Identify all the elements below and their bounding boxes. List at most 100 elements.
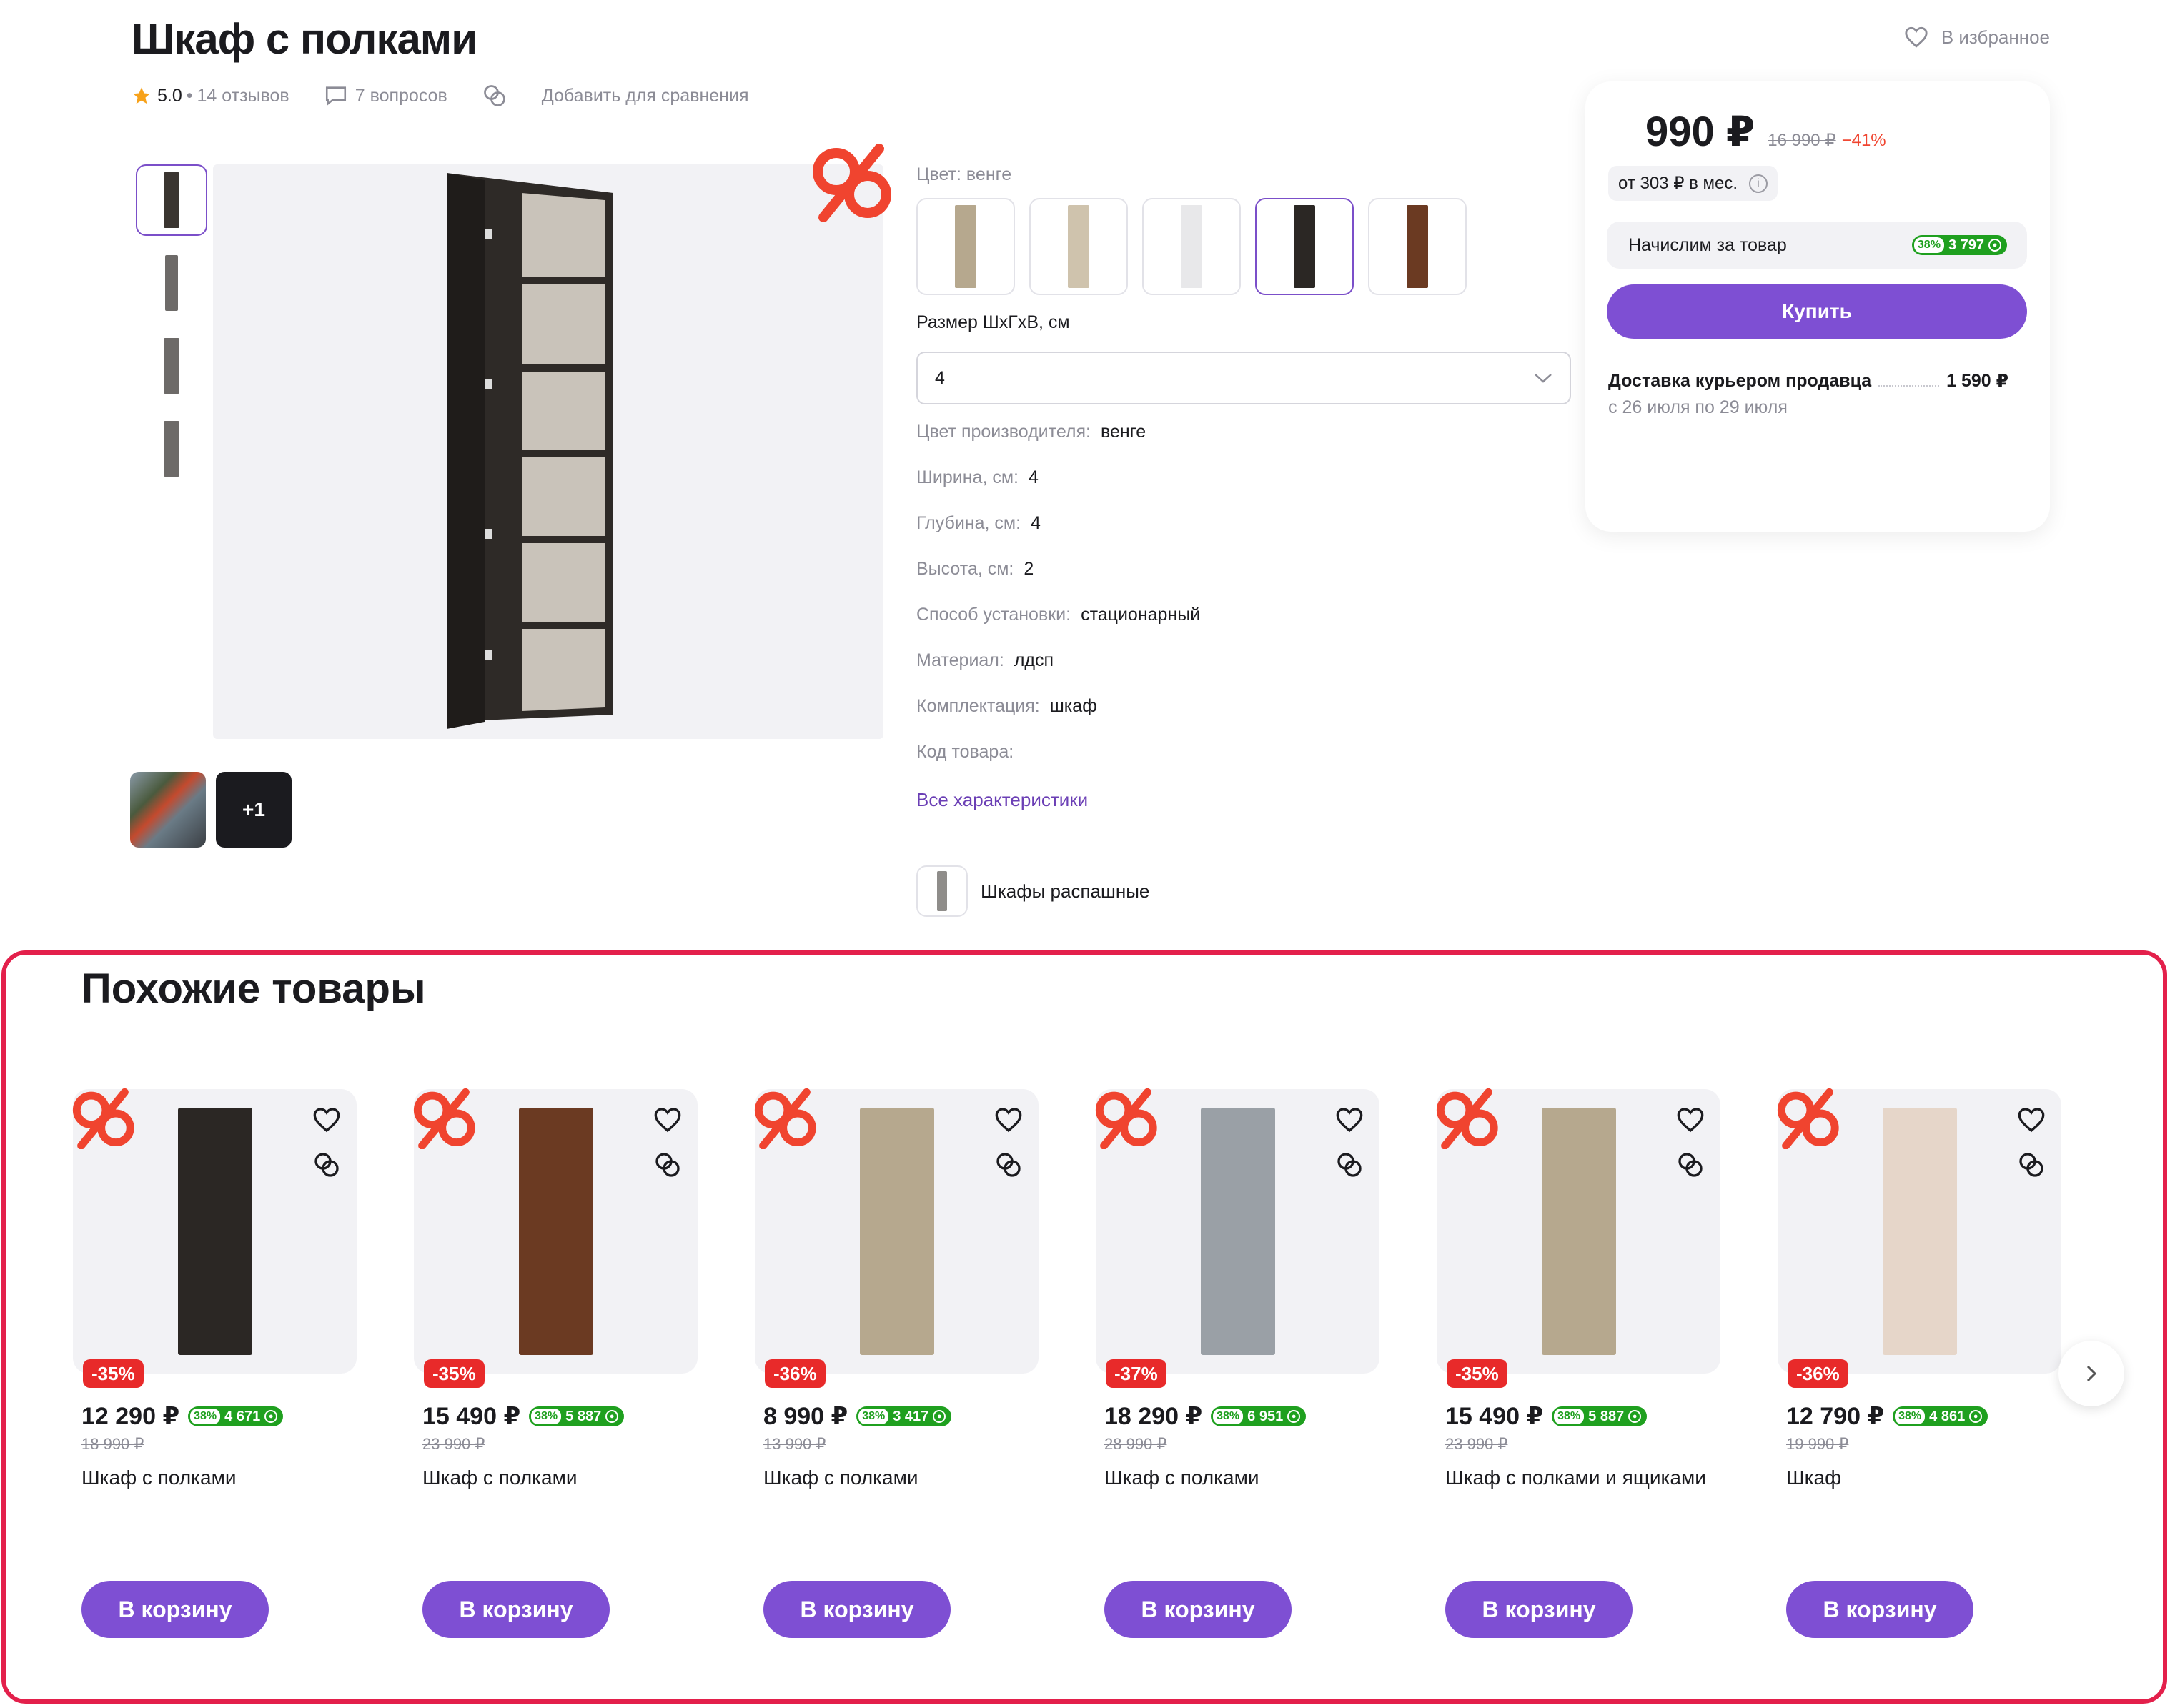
product-price: 15 490 ₽ [1445,1403,1544,1430]
heart-icon[interactable] [1335,1106,1364,1133]
add-to-cart-button[interactable]: В корзину [81,1581,269,1638]
wardrobe-image [859,1108,934,1355]
gallery-thumb[interactable] [136,247,207,319]
compare-icon[interactable] [653,1151,682,1179]
heart-icon[interactable] [653,1106,682,1133]
compare-icon[interactable] [312,1151,341,1179]
cashback-value: 5 887 [565,1408,602,1424]
old-price: 18 990 ₽ [81,1435,144,1453]
gallery-thumb[interactable] [136,413,207,485]
product-card[interactable]: -35% 15 490 ₽ 38% 5 887 ● 23 990 ₽ Шкаф с полк… [1436,1088,1720,1638]
heart-icon[interactable] [994,1106,1023,1133]
color-swatch-white[interactable] [1142,198,1241,295]
page-title: Шкаф с полками [132,15,477,63]
heart-icon[interactable] [2017,1106,2046,1133]
compare-icon[interactable] [2017,1151,2046,1179]
add-to-favorites-link[interactable]: В избранное [1904,26,2050,49]
add-to-cart-button[interactable]: В корзину [1104,1581,1292,1638]
questions-link[interactable]: 7 вопросов [324,84,447,108]
product-price: 15 490 ₽ [422,1403,521,1430]
attribute-key: Код товара: [916,741,1014,762]
color-swatch-wenge[interactable] [1255,198,1354,295]
cashback-value: 3 417 [893,1408,929,1424]
discount-badge: -36% [1788,1359,1848,1388]
attribute-key: Материал: [916,650,1004,670]
heart-icon[interactable] [1676,1106,1705,1133]
category-chip[interactable]: Шкафы распашные [916,865,1574,917]
product-image[interactable]: -35% [413,1088,698,1388]
gallery-thumbnails [136,164,207,485]
size-select[interactable]: 4 [916,352,1571,404]
product-name[interactable]: Шкаф с полками [1096,1464,1379,1521]
add-to-cart-button[interactable]: В корзину [1445,1581,1633,1638]
wardrobe-image [1882,1108,1957,1355]
swatch-image [1407,205,1428,288]
cashback-badge: 38% 3 797 ● [1911,235,2007,255]
more-media-label: +1 [242,798,265,820]
cashback-value: 4 861 [1929,1408,1966,1424]
product-card[interactable]: -35% 15 490 ₽ 38% 5 887 ● 23 990 ₽ Шкаф с полк… [413,1088,698,1638]
current-price: 990 ₽ [1645,109,1755,155]
color-swatch-light[interactable] [1029,198,1128,295]
carousel-next-button[interactable] [2058,1341,2124,1406]
add-to-cart-button[interactable]: В корзину [1786,1581,1973,1638]
product-image[interactable]: -37% [1095,1088,1379,1388]
product-card[interactable]: -37% 18 290 ₽ 38% 6 951 ● 28 990 ₽ Шкаф с полк… [1095,1088,1379,1638]
attribute-row: Цвет производителя: венге [916,409,1574,455]
attribute-key: Комплектация: [916,695,1040,716]
product-image[interactable]: -35% [1436,1088,1720,1388]
product-name[interactable]: Шкаф с полками [73,1464,357,1521]
compare-icon[interactable] [1335,1151,1364,1179]
add-to-cart-button[interactable]: В корзину [422,1581,610,1638]
cashback-badge: 38% 5 887 ● [529,1406,625,1426]
product-image[interactable]: -36% [754,1088,1039,1388]
gallery-thumb[interactable] [136,164,207,236]
favorites-label: В избранное [1941,26,2050,48]
cashback-badge: 38% 3 417 ● [856,1406,952,1426]
compare-icon[interactable] [1676,1151,1705,1179]
price-row: 15 490 ₽ 38% 5 887 ● [414,1402,698,1431]
product-card[interactable]: -36% 8 990 ₽ 38% 3 417 ● 13 990 ₽ Шкаф с полка… [754,1088,1039,1638]
chevron-down-icon [1535,374,1552,383]
compare-link[interactable]: Добавить для сравнения [482,83,749,109]
attribute-row: Ширина, см: 4 [916,455,1574,500]
info-icon[interactable]: i [1749,174,1768,193]
product-price: 8 990 ₽ [763,1403,848,1430]
buy-button[interactable]: Купить [1607,284,2027,339]
product-name[interactable]: Шкаф с полками и ящиками [1437,1464,1720,1521]
attribute-value: 4 [1031,512,1041,533]
gallery-thumb[interactable] [136,330,207,402]
product-image[interactable]: -35% [72,1088,357,1388]
all-specs-link[interactable]: Все характеристики [916,789,1574,811]
review-photo-thumb[interactable] [130,772,206,848]
attribute-key: Цвет производителя: [916,421,1091,442]
attribute-row: Способ установки: стационарный [916,592,1574,637]
product-name[interactable]: Шкаф с полками [414,1464,698,1521]
heart-icon[interactable] [312,1106,341,1133]
cashback-value: 3 797 [1948,237,1984,253]
rating-link[interactable]: 5.0 • 14 отзывов [132,86,289,106]
main-product-image[interactable] [213,164,883,739]
similar-products-section: Похожие товары -35% 12 290 ₽38% 4 671 ● 18 9… [1,950,2167,1704]
sale-percent-icon [72,1088,134,1149]
sale-percent-icon [1777,1088,1839,1149]
more-media-button[interactable]: +1 [216,772,292,848]
product-name[interactable]: Шкаф с полками [755,1464,1039,1521]
compare-icon[interactable] [994,1151,1023,1179]
product-card[interactable]: -35% 12 290 ₽ 38% 4 671 ● 18 990 ₽ Шкаф с полк… [72,1088,357,1638]
installment-info[interactable]: от 303 ₽ в мес. i [1608,166,1778,201]
color-swatch-walnut[interactable] [1368,198,1467,295]
product-params: Цвет: венге Размер ШхГхВ, см 4 Цвет прои… [916,164,1574,917]
attribute-row: Код товара: [916,729,1574,775]
color-swatch-sonoma[interactable] [916,198,1015,295]
attribute-key: Ширина, см: [916,467,1019,487]
product-image[interactable]: -36% [1777,1088,2061,1388]
rating-value: 5.0 [157,85,182,106]
product-name[interactable]: Шкаф [1778,1464,2061,1521]
add-to-cart-button[interactable]: В корзину [763,1581,951,1638]
old-price: 16 990 ₽ [1768,131,1836,150]
star-icon [133,87,150,104]
product-card[interactable]: -36% 12 790 ₽ 38% 4 861 ● 19 990 ₽ Шкаф В корзи… [1777,1088,2061,1638]
discount-badge: -37% [1106,1359,1166,1388]
sale-percent-icon [1095,1088,1157,1149]
